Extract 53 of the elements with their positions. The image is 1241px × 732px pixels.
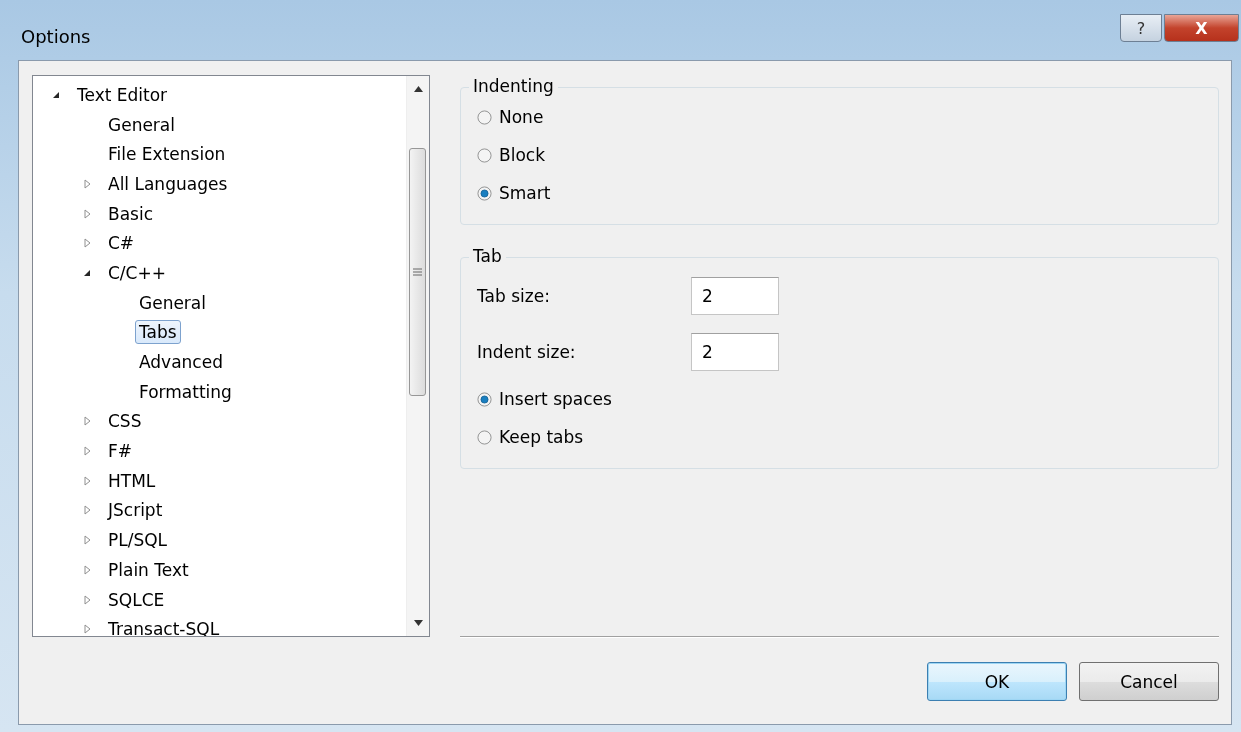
dialog-button[interactable]: Cancel — [1079, 662, 1219, 701]
tree-item[interactable]: File Extension — [104, 142, 230, 167]
collapsed-arrow-icon[interactable] — [82, 238, 92, 249]
tree-item[interactable]: PL/SQL — [104, 528, 172, 553]
tree-item[interactable]: C# — [104, 231, 139, 256]
tree-item[interactable]: Text Editor — [73, 82, 172, 107]
scroll-up-icon[interactable] — [413, 86, 423, 92]
radio-button[interactable]: Smart — [477, 183, 551, 203]
radio-icon[interactable] — [477, 109, 492, 125]
collapsed-arrow-icon[interactable] — [82, 416, 92, 427]
tree-item[interactable]: Tabs — [135, 320, 181, 345]
group-title: Indenting — [469, 76, 558, 96]
tree-item[interactable]: Formatting — [135, 379, 236, 404]
input-field[interactable]: 2 — [691, 333, 779, 371]
tree-item[interactable]: All Languages — [104, 171, 232, 196]
radio-button[interactable]: Keep tabs — [477, 427, 584, 447]
tree-item[interactable]: SQLCE — [104, 587, 169, 612]
radio-button[interactable]: Insert spaces — [477, 389, 612, 409]
tree-item[interactable]: Advanced — [135, 350, 227, 375]
scrollbar[interactable] — [406, 76, 429, 636]
radio-button[interactable]: None — [477, 107, 544, 127]
radio-icon[interactable] — [477, 185, 492, 201]
collapsed-arrow-icon[interactable] — [82, 535, 92, 546]
dialog-button[interactable]: OK — [927, 662, 1067, 701]
window-title: Options — [21, 26, 91, 47]
input-field[interactable]: 2 — [691, 277, 779, 315]
radio-icon[interactable] — [477, 429, 492, 445]
scroll-down-icon[interactable] — [413, 620, 423, 626]
radio-icon[interactable] — [477, 147, 492, 163]
tree-item[interactable]: F# — [104, 439, 137, 464]
tree-item[interactable]: C/C++ — [104, 260, 170, 285]
collapsed-arrow-icon[interactable] — [82, 624, 92, 635]
field-label: Indent size: — [477, 342, 577, 362]
tree-item[interactable]: General — [104, 112, 179, 137]
field-label: Tab size: — [477, 286, 551, 306]
collapsed-arrow-icon[interactable] — [82, 505, 92, 516]
radio-button[interactable]: Block — [477, 145, 545, 165]
collapsed-arrow-icon[interactable] — [82, 564, 92, 575]
tree-item[interactable]: General — [135, 290, 210, 315]
collapsed-arrow-icon[interactable] — [82, 446, 92, 457]
help-button[interactable]: ? — [1120, 14, 1162, 42]
radio-icon[interactable] — [477, 391, 492, 407]
tree-item[interactable]: Plain Text — [104, 557, 193, 582]
tree-item[interactable]: HTML — [104, 468, 160, 493]
tree-item[interactable]: CSS — [104, 409, 146, 434]
collapsed-arrow-icon[interactable] — [82, 208, 92, 219]
close-button[interactable]: X — [1164, 14, 1239, 42]
collapsed-arrow-icon[interactable] — [82, 475, 92, 486]
tree-item[interactable]: JScript — [104, 498, 167, 523]
collapsed-arrow-icon[interactable] — [82, 178, 92, 189]
collapsed-arrow-icon[interactable] — [82, 594, 92, 605]
tree-item[interactable]: Basic — [104, 201, 157, 226]
scroll-thumb[interactable] — [409, 148, 426, 396]
